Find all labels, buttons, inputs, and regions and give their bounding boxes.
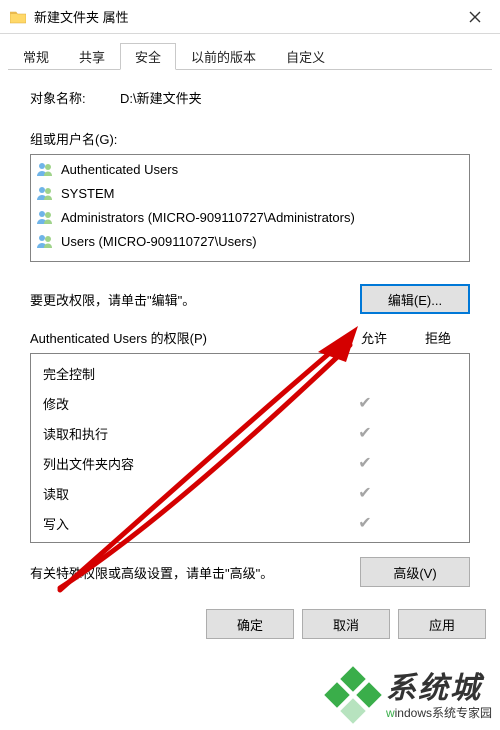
list-item-label: SYSTEM [61, 186, 114, 201]
close-button[interactable] [452, 2, 498, 32]
perm-allow: ✔ [333, 513, 397, 533]
users-group-icon [35, 159, 55, 179]
col-allow: 允许 [342, 328, 406, 347]
permissions-title: Authenticated Users 的权限(P) [30, 328, 342, 347]
object-value: D:\新建文件夹 [120, 88, 470, 107]
cancel-button[interactable]: 取消 [302, 609, 390, 639]
permissions-header: Authenticated Users 的权限(P) 允许 拒绝 [30, 328, 470, 347]
perm-row: 写入 ✔ [43, 508, 461, 538]
apply-button[interactable]: 应用 [398, 609, 486, 639]
advanced-row: 有关特殊权限或高级设置，请单击"高级"。 高级(V) [30, 557, 470, 587]
tab-previous[interactable]: 以前的版本 [176, 43, 271, 70]
watermark-title: 系统城 [386, 674, 492, 704]
list-item[interactable]: Administrators (MICRO-909110727\Administ… [35, 205, 465, 229]
perm-allow: ✔ [333, 393, 397, 413]
tab-general[interactable]: 常规 [8, 43, 64, 70]
list-item[interactable]: SYSTEM [35, 181, 465, 205]
watermark-text: 系统城 windows系统专家园 [386, 674, 492, 721]
advanced-hint: 有关特殊权限或高级设置，请单击"高级"。 [30, 563, 273, 582]
edit-row: 要更改权限，请单击"编辑"。 编辑(E)... [30, 284, 470, 314]
ok-button[interactable]: 确定 [206, 609, 294, 639]
perm-allow: ✔ [333, 483, 397, 503]
col-deny: 拒绝 [406, 328, 470, 347]
watermark-logo-icon [328, 672, 378, 722]
users-group-icon [35, 183, 55, 203]
advanced-button[interactable]: 高级(V) [360, 557, 470, 587]
tab-custom[interactable]: 自定义 [271, 43, 340, 70]
tab-share[interactable]: 共享 [64, 43, 120, 70]
permissions-box: 完全控制 修改 ✔ 读取和执行 ✔ 列出文件夹内容 ✔ 读取 ✔ [30, 353, 470, 543]
window-title: 新建文件夹 属性 [34, 7, 452, 26]
tab-area: 常规 共享 安全 以前的版本 自定义 对象名称: D:\新建文件夹 组或用户名(… [0, 34, 500, 599]
dialog-buttons: 确定 取消 应用 [0, 599, 500, 651]
security-panel: 对象名称: D:\新建文件夹 组或用户名(G): Authenticated U… [8, 70, 492, 599]
list-item[interactable]: Users (MICRO-909110727\Users) [35, 229, 465, 253]
perm-row: 修改 ✔ [43, 388, 461, 418]
perm-row: 完全控制 [43, 358, 461, 388]
perm-allow: ✔ [333, 453, 397, 473]
tabstrip: 常规 共享 安全 以前的版本 自定义 [8, 42, 492, 70]
folder-icon [10, 9, 26, 25]
perm-row: 读取和执行 ✔ [43, 418, 461, 448]
perm-label: 读取和执行 [43, 424, 333, 443]
object-label: 对象名称: [30, 88, 120, 107]
titlebar: 新建文件夹 属性 [0, 0, 500, 34]
perm-label: 修改 [43, 394, 333, 413]
edit-hint: 要更改权限，请单击"编辑"。 [30, 290, 195, 309]
list-item-label: Users (MICRO-909110727\Users) [61, 234, 257, 249]
edit-button[interactable]: 编辑(E)... [360, 284, 470, 314]
list-item-label: Administrators (MICRO-909110727\Administ… [61, 210, 355, 225]
object-row: 对象名称: D:\新建文件夹 [30, 88, 470, 107]
perm-label: 列出文件夹内容 [43, 454, 333, 473]
list-item[interactable]: Authenticated Users [35, 157, 465, 181]
watermark: 系统城 windows系统专家园 [328, 672, 492, 722]
perm-label: 读取 [43, 484, 333, 503]
perm-row: 读取 ✔ [43, 478, 461, 508]
tab-security[interactable]: 安全 [120, 43, 176, 70]
principals-list[interactable]: Authenticated Users SYSTEM Administrator… [30, 154, 470, 262]
perm-label: 完全控制 [43, 364, 333, 383]
list-item-label: Authenticated Users [61, 162, 178, 177]
watermark-subtitle: windows系统专家园 [386, 704, 492, 721]
perm-label: 写入 [43, 514, 333, 533]
group-user-label: 组或用户名(G): [30, 129, 470, 148]
users-group-icon [35, 207, 55, 227]
perm-row: 列出文件夹内容 ✔ [43, 448, 461, 478]
perm-allow: ✔ [333, 423, 397, 443]
users-group-icon [35, 231, 55, 251]
